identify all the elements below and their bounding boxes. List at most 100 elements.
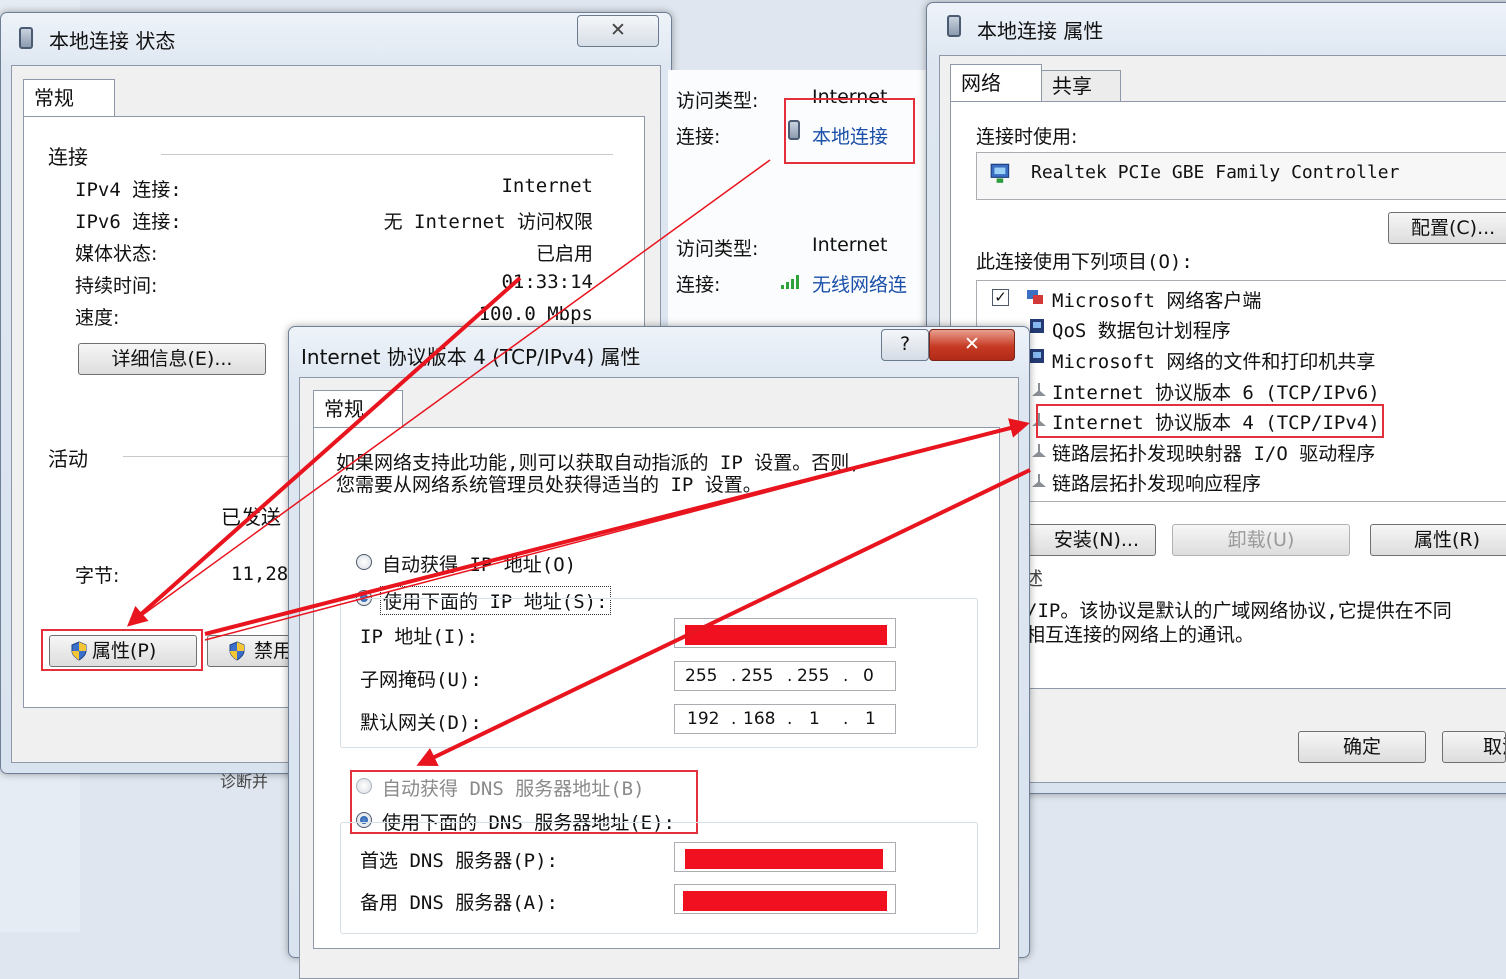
qos-scheduler-icon [1030,319,1044,333]
preferred-dns-label: 首选 DNS 服务器(P): [360,850,558,872]
description-line-1: /IP。该协议是默认的广域网络协议,它提供在不同 [1026,600,1452,622]
help-icon: ? [899,333,911,355]
tab-general[interactable]: 常规 [23,79,115,117]
subnet-mask-label: 子网掩码(U): [360,669,482,691]
duration-label: 持续时间: [75,275,158,297]
close-button[interactable]: ✕ [929,329,1015,361]
connection-label-1: 连接: [676,126,721,148]
preferred-dns-field[interactable] [674,842,896,872]
ip-address-redacted [685,625,887,645]
wireless-connection-link[interactable]: 无线网络连 [812,270,907,297]
access-type-label-1: 访问类型: [676,90,759,112]
annotation-box-properties [41,629,203,671]
octet-dot: . [731,709,737,729]
octet-dot: . [787,709,793,729]
annotation-box-ipv4-item [1036,404,1384,438]
items-list-label: 此连接使用下列项目(O): [976,251,1193,273]
ipv4-connection-label: IPv4 连接: [75,179,182,201]
connection-label-2: 连接: [676,274,721,296]
auto-ip-label[interactable]: 自动获得 IP 地址(O) [382,550,576,577]
alternate-dns-label: 备用 DNS 服务器(A): [360,892,558,914]
disable-button-label: 禁用 [254,640,293,662]
status-window-titlebar[interactable]: 本地连接 状态 ✕ [1,13,671,61]
mask-octet-2: 255 [741,666,774,686]
close-button[interactable]: ✕ [577,15,659,47]
group-connection-label: 连接 [48,145,88,169]
item-ms-client[interactable]: Microsoft 网络客户端 [1052,286,1261,313]
bytes-sent-value: 11,28 [231,563,289,585]
disable-button[interactable]: 禁用 [207,635,297,667]
item-checkbox-ms-client[interactable]: ✓ [992,289,1009,306]
sent-label: 已发送 [221,505,281,529]
close-icon: ✕ [964,333,980,355]
protocol-icon [1032,444,1046,457]
access-type-label-2: 访问类型: [676,238,759,260]
speed-label: 速度: [75,307,120,329]
alternate-dns-field[interactable] [674,884,896,914]
mask-octet-4: 0 [863,666,874,686]
configure-button[interactable]: 配置(C)... [1388,212,1506,244]
gateway-octet-4: 1 [865,709,876,729]
media-state-label: 媒体状态: [75,243,158,265]
ipv4-dialog-titlebar[interactable]: Internet 协议版本 4 (TCP/IPv4) 属性 ? ✕ [289,327,1029,375]
file-printer-sharing-icon [1030,349,1044,363]
auto-ip-radio[interactable] [356,554,372,570]
item-lltd-responder[interactable]: 链路层拓扑发现响应程序 [1052,469,1261,496]
group-activity-label: 活动 [48,447,88,471]
alternate-dns-redacted [683,891,887,911]
gateway-octet-1: 192 [687,709,720,729]
diagnose-partial-label: 诊断并 [220,772,269,791]
preferred-dns-redacted [685,849,883,869]
help-button[interactable]: ? [881,329,929,361]
status-window-title: 本地连接 状态 [49,29,176,53]
item-ipv6[interactable]: Internet 协议版本 6 (TCP/IPv6) [1052,378,1380,405]
item-properties-button[interactable]: 属性(R) [1370,524,1506,556]
connect-using-label: 连接时使用: [976,126,1078,148]
mask-octet-1: 255 [685,666,718,686]
ip-address-field[interactable] [674,618,896,648]
gateway-octet-3: 1 [809,709,820,729]
gateway-label: 默认网关(D): [360,712,482,734]
properties-window-titlebar[interactable]: 本地连接 属性 [927,3,1506,51]
octet-dot: . [843,709,849,729]
ipv6-connection-label: IPv6 连接: [75,211,182,233]
network-card-icon [990,163,1010,183]
duration-value: 01:33:14 [501,271,593,293]
wireless-signal-icon [781,275,799,289]
mask-octet-3: 255 [797,666,830,686]
uac-shield-icon [229,641,245,661]
item-lltd-mapper[interactable]: 链路层拓扑发现映射器 I/O 驱动程序 [1052,439,1375,466]
item-qos[interactable]: QoS 数据包计划程序 [1052,316,1231,343]
tab-sharing[interactable]: 共享 [1041,70,1121,102]
tab-general[interactable]: 常规 [313,390,403,428]
network-adapter-icon [947,15,961,37]
adapter-name: Realtek PCIe GBE Family Controller [1031,162,1400,183]
bytes-label: 字节: [75,565,120,587]
subnet-mask-field[interactable]: 255 . 255 . 255 . 0 [674,661,896,691]
tab-network[interactable]: 网络 [950,64,1042,102]
octet-dot: . [787,666,793,686]
annotation-box-local-connection [784,98,915,164]
intro-line-2: 您需要从网络系统管理员处获得适当的 IP 设置。 [336,474,762,496]
ipv4-connection-value: Internet [501,175,593,197]
install-button[interactable]: 安装(N)... [1010,524,1156,556]
description-line-2: 相互连接的网络上的通讯。 [1026,624,1255,646]
protocol-icon [1032,383,1046,396]
adapter-box: Realtek PCIe GBE Family Controller [976,152,1506,200]
ipv4-dialog-title: Internet 协议版本 4 (TCP/IPv4) 属性 [301,345,641,369]
gateway-octet-2: 168 [743,709,776,729]
cancel-button[interactable]: 取消 [1442,731,1506,763]
octet-dot: . [843,666,849,686]
speed-value: 100.0 Mbps [478,303,593,325]
group-connection-divider [161,154,613,155]
network-client-icon [1027,290,1043,304]
gateway-field[interactable]: 192 . 168 . 1 . 1 [674,704,896,734]
details-button[interactable]: 详细信息(E)... [78,343,266,375]
ok-button[interactable]: 确定 [1298,731,1426,763]
media-state-value: 已启用 [535,243,593,265]
properties-window-title: 本地连接 属性 [977,19,1104,43]
network-adapter-icon [19,27,33,49]
item-file-printer-sharing[interactable]: Microsoft 网络的文件和打印机共享 [1052,347,1375,374]
access-type-value-2: Internet [812,234,888,256]
uninstall-button: 卸载(U) [1172,524,1350,556]
